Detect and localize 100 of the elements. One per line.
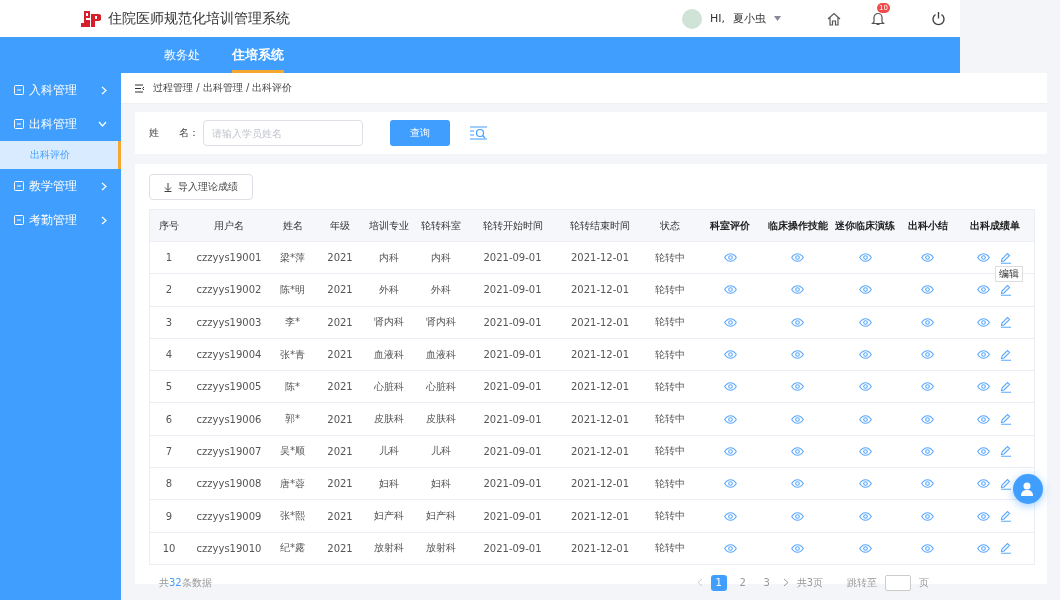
page-button[interactable]: 1	[710, 574, 727, 591]
page-button[interactable]: 2	[734, 574, 751, 591]
eye-icon[interactable]	[977, 350, 990, 360]
next-page-icon[interactable]	[782, 578, 789, 588]
eye-icon[interactable]	[977, 479, 990, 489]
sidebar-item[interactable]: 教学管理	[0, 169, 121, 203]
table-cell: 1	[165, 252, 173, 264]
eye-icon[interactable]	[791, 253, 804, 263]
eye-icon[interactable]	[977, 543, 990, 553]
nav-tab[interactable]: 教务处	[164, 37, 200, 73]
eye-icon[interactable]	[791, 511, 804, 521]
table-cell: czzyys19006	[196, 413, 262, 425]
eye-icon[interactable]	[723, 382, 737, 392]
eye-icon[interactable]	[921, 414, 934, 424]
eye-icon[interactable]	[858, 285, 872, 295]
pencil-icon[interactable]	[1000, 380, 1012, 393]
jump-label: 跳转至	[847, 575, 877, 590]
search-list-icon[interactable]	[470, 126, 488, 140]
table-cell: 2021-12-01	[570, 413, 630, 425]
eye-icon[interactable]	[977, 446, 990, 456]
pencil-icon[interactable]	[1000, 445, 1012, 458]
table-cell: 2021	[327, 445, 353, 457]
eye-icon[interactable]	[977, 382, 990, 392]
eye-icon[interactable]	[977, 511, 990, 521]
pencil-icon[interactable]	[1000, 251, 1012, 264]
eye-icon[interactable]	[791, 350, 804, 360]
eye-icon[interactable]	[921, 382, 934, 392]
assistant-button[interactable]	[1013, 474, 1043, 504]
table-cell: 血液科	[373, 347, 404, 362]
eye-icon[interactable]	[921, 317, 934, 327]
eye-icon[interactable]	[791, 414, 804, 424]
table-cell: 2021-09-01	[483, 413, 542, 425]
pencil-icon[interactable]	[1000, 477, 1012, 490]
eye-icon[interactable]	[977, 414, 990, 424]
eye-icon[interactable]	[723, 253, 737, 263]
eye-icon[interactable]	[723, 511, 737, 521]
eye-icon[interactable]	[858, 479, 872, 489]
column-header: 用户名	[214, 218, 244, 233]
table-cell: czzyys19007	[196, 445, 262, 457]
eye-icon[interactable]	[858, 382, 872, 392]
sidebar-item[interactable]: 入科管理	[0, 73, 121, 107]
table-cell: 2021-09-01	[483, 445, 542, 457]
eye-icon[interactable]	[921, 350, 934, 360]
eye-icon[interactable]	[723, 414, 737, 424]
eye-icon[interactable]	[791, 446, 804, 456]
user-name[interactable]: 夏小虫	[733, 11, 766, 26]
eye-icon[interactable]	[791, 382, 804, 392]
eye-icon[interactable]	[921, 446, 934, 456]
power-icon[interactable]	[931, 11, 946, 26]
eye-icon[interactable]	[858, 414, 872, 424]
avatar[interactable]	[682, 8, 702, 29]
caret-icon[interactable]	[774, 16, 781, 21]
eye-icon[interactable]	[858, 317, 872, 327]
eye-icon[interactable]	[921, 253, 934, 263]
pencil-icon[interactable]	[1000, 283, 1012, 296]
eye-icon[interactable]	[977, 317, 990, 327]
pencil-icon[interactable]	[1000, 542, 1012, 555]
page-input-field[interactable]	[885, 574, 911, 591]
eye-icon[interactable]	[921, 285, 934, 295]
eye-icon[interactable]	[723, 479, 737, 489]
table-cell: 2021-12-01	[570, 316, 630, 328]
eye-icon[interactable]	[921, 511, 934, 521]
pencil-icon[interactable]	[1000, 413, 1012, 426]
table-cell: 放射科	[373, 541, 404, 556]
eye-icon[interactable]	[723, 317, 737, 327]
import-button[interactable]: 导入理论成绩	[149, 174, 253, 200]
menu-toggle-icon[interactable]	[135, 83, 145, 93]
pencil-icon[interactable]	[1000, 510, 1012, 522]
eye-icon[interactable]	[791, 543, 804, 553]
sidebar-subitem[interactable]: 出科评价	[0, 141, 121, 169]
eye-icon[interactable]	[858, 543, 872, 553]
table-cell: 7	[165, 445, 173, 457]
menu-icon	[14, 119, 24, 129]
sidebar-item[interactable]: 出科管理	[0, 107, 121, 141]
pencil-icon[interactable]	[1000, 348, 1012, 361]
eye-icon[interactable]	[858, 350, 872, 360]
home-icon[interactable]	[827, 11, 841, 26]
eye-icon[interactable]	[921, 479, 934, 489]
eye-icon[interactable]	[921, 543, 934, 553]
eye-icon[interactable]	[791, 479, 804, 489]
eye-icon[interactable]	[858, 253, 872, 263]
eye-icon[interactable]	[858, 511, 872, 521]
table-cell: 吴*顺	[280, 444, 305, 459]
eye-icon[interactable]	[723, 446, 737, 456]
eye-icon[interactable]	[723, 543, 737, 553]
query-button[interactable]: 查询	[390, 120, 450, 146]
bell-icon[interactable]	[871, 11, 885, 26]
eye-icon[interactable]	[977, 285, 990, 295]
eye-icon[interactable]	[791, 285, 804, 295]
previous-page-icon[interactable]	[696, 578, 703, 588]
eye-icon[interactable]	[723, 350, 737, 360]
eye-icon[interactable]	[791, 317, 804, 327]
pencil-icon[interactable]	[1000, 316, 1012, 329]
sidebar-item[interactable]: 考勤管理	[0, 203, 121, 237]
eye-icon[interactable]	[858, 446, 872, 456]
eye-icon[interactable]	[723, 285, 737, 295]
table-cell: 妇产科	[426, 509, 456, 523]
table-cell: 皮肤科	[373, 412, 404, 427]
eye-icon[interactable]	[977, 253, 990, 263]
page-button[interactable]: 3	[758, 574, 775, 591]
